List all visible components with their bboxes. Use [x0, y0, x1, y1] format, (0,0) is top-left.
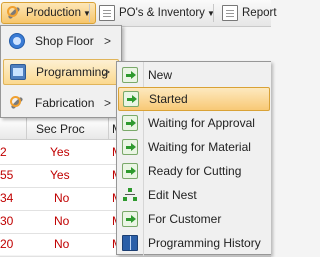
production-menu-button[interactable]: Production ▼ [1, 2, 96, 24]
reports-menu-button[interactable]: Report [218, 2, 281, 24]
submenu-item-for-customer[interactable]: For Customer [118, 207, 270, 231]
book-icon [122, 235, 138, 251]
menu-item-programming[interactable]: Programming > [3, 59, 119, 85]
arrow-icon [122, 67, 138, 83]
toolbar-divider [89, 4, 90, 22]
submenu-item-label: Edit Nest [148, 188, 197, 202]
document-icon [99, 5, 115, 21]
submenu-item-label: Waiting for Approval [148, 116, 255, 130]
pos-inventory-menu-button[interactable]: PO's & Inventory ▼ [95, 2, 219, 24]
production-dropdown-menu: Shop Floor > Programming > Fabrication > [0, 25, 122, 118]
submenu-item-ready-for-cutting[interactable]: Ready for Cutting [118, 159, 270, 183]
table-cell: 34 [0, 191, 14, 205]
table-cell: Yes [50, 168, 70, 182]
submenu-item-label: Waiting for Material [148, 140, 251, 154]
chevron-right-icon: > [102, 65, 110, 79]
submenu-item-waiting-for-approval[interactable]: Waiting for Approval [118, 111, 270, 135]
column-header-sec-proc[interactable]: Sec Proc [36, 122, 85, 136]
pos-inventory-label: PO's & Inventory [119, 7, 205, 19]
menu-item-label: Fabrication [35, 96, 95, 110]
submenu-item-label: New [148, 68, 173, 82]
nest-icon [122, 187, 138, 203]
gauge-icon [9, 33, 25, 49]
chevron-right-icon: > [103, 96, 111, 110]
submenu-item-started[interactable]: Started [118, 87, 270, 111]
toolbar-divider [213, 4, 214, 22]
table-cell: 30 [0, 214, 14, 228]
arrow-icon [122, 115, 138, 131]
submenu-item-programming-history[interactable]: Programming History [118, 231, 270, 255]
programming-submenu: New Started Waiting for Approval Waiting… [116, 61, 271, 256]
chevron-right-icon: > [103, 34, 111, 48]
production-label: Production [26, 7, 81, 19]
submenu-item-label: For Customer [148, 212, 222, 226]
menu-item-fabrication[interactable]: Fabrication > [3, 90, 119, 116]
table-cell: 20 [0, 237, 14, 251]
column-divider [26, 118, 27, 140]
wrench-icon [9, 95, 25, 111]
main-toolbar: Production ▼ PO's & Inventory ▼ Report [0, 0, 277, 27]
table-cell: 2 [0, 145, 7, 159]
reports-label: Report [242, 7, 277, 19]
board-icon [10, 64, 26, 80]
table-cell: Yes [50, 145, 70, 159]
arrow-icon [123, 91, 139, 107]
menu-item-label: Shop Floor [35, 34, 94, 48]
table-cell: No [54, 191, 70, 205]
submenu-item-waiting-for-material[interactable]: Waiting for Material [118, 135, 270, 159]
submenu-item-edit-nest[interactable]: Edit Nest [118, 183, 270, 207]
menu-item-shop-floor[interactable]: Shop Floor > [3, 28, 119, 54]
table-cell: No [54, 237, 70, 251]
submenu-item-label: Started [149, 92, 188, 106]
menu-item-label: Programming [36, 65, 109, 79]
submenu-item-label: Programming History [148, 236, 261, 250]
submenu-item-new[interactable]: New [118, 63, 270, 87]
column-divider [108, 118, 109, 140]
arrow-icon [122, 211, 138, 227]
table-cell: No [54, 214, 70, 228]
submenu-item-label: Ready for Cutting [148, 164, 242, 178]
report-icon [222, 5, 238, 21]
table-cell: 55 [0, 168, 14, 182]
wrench-icon [6, 5, 22, 21]
arrow-icon [122, 139, 138, 155]
arrow-icon [122, 163, 138, 179]
